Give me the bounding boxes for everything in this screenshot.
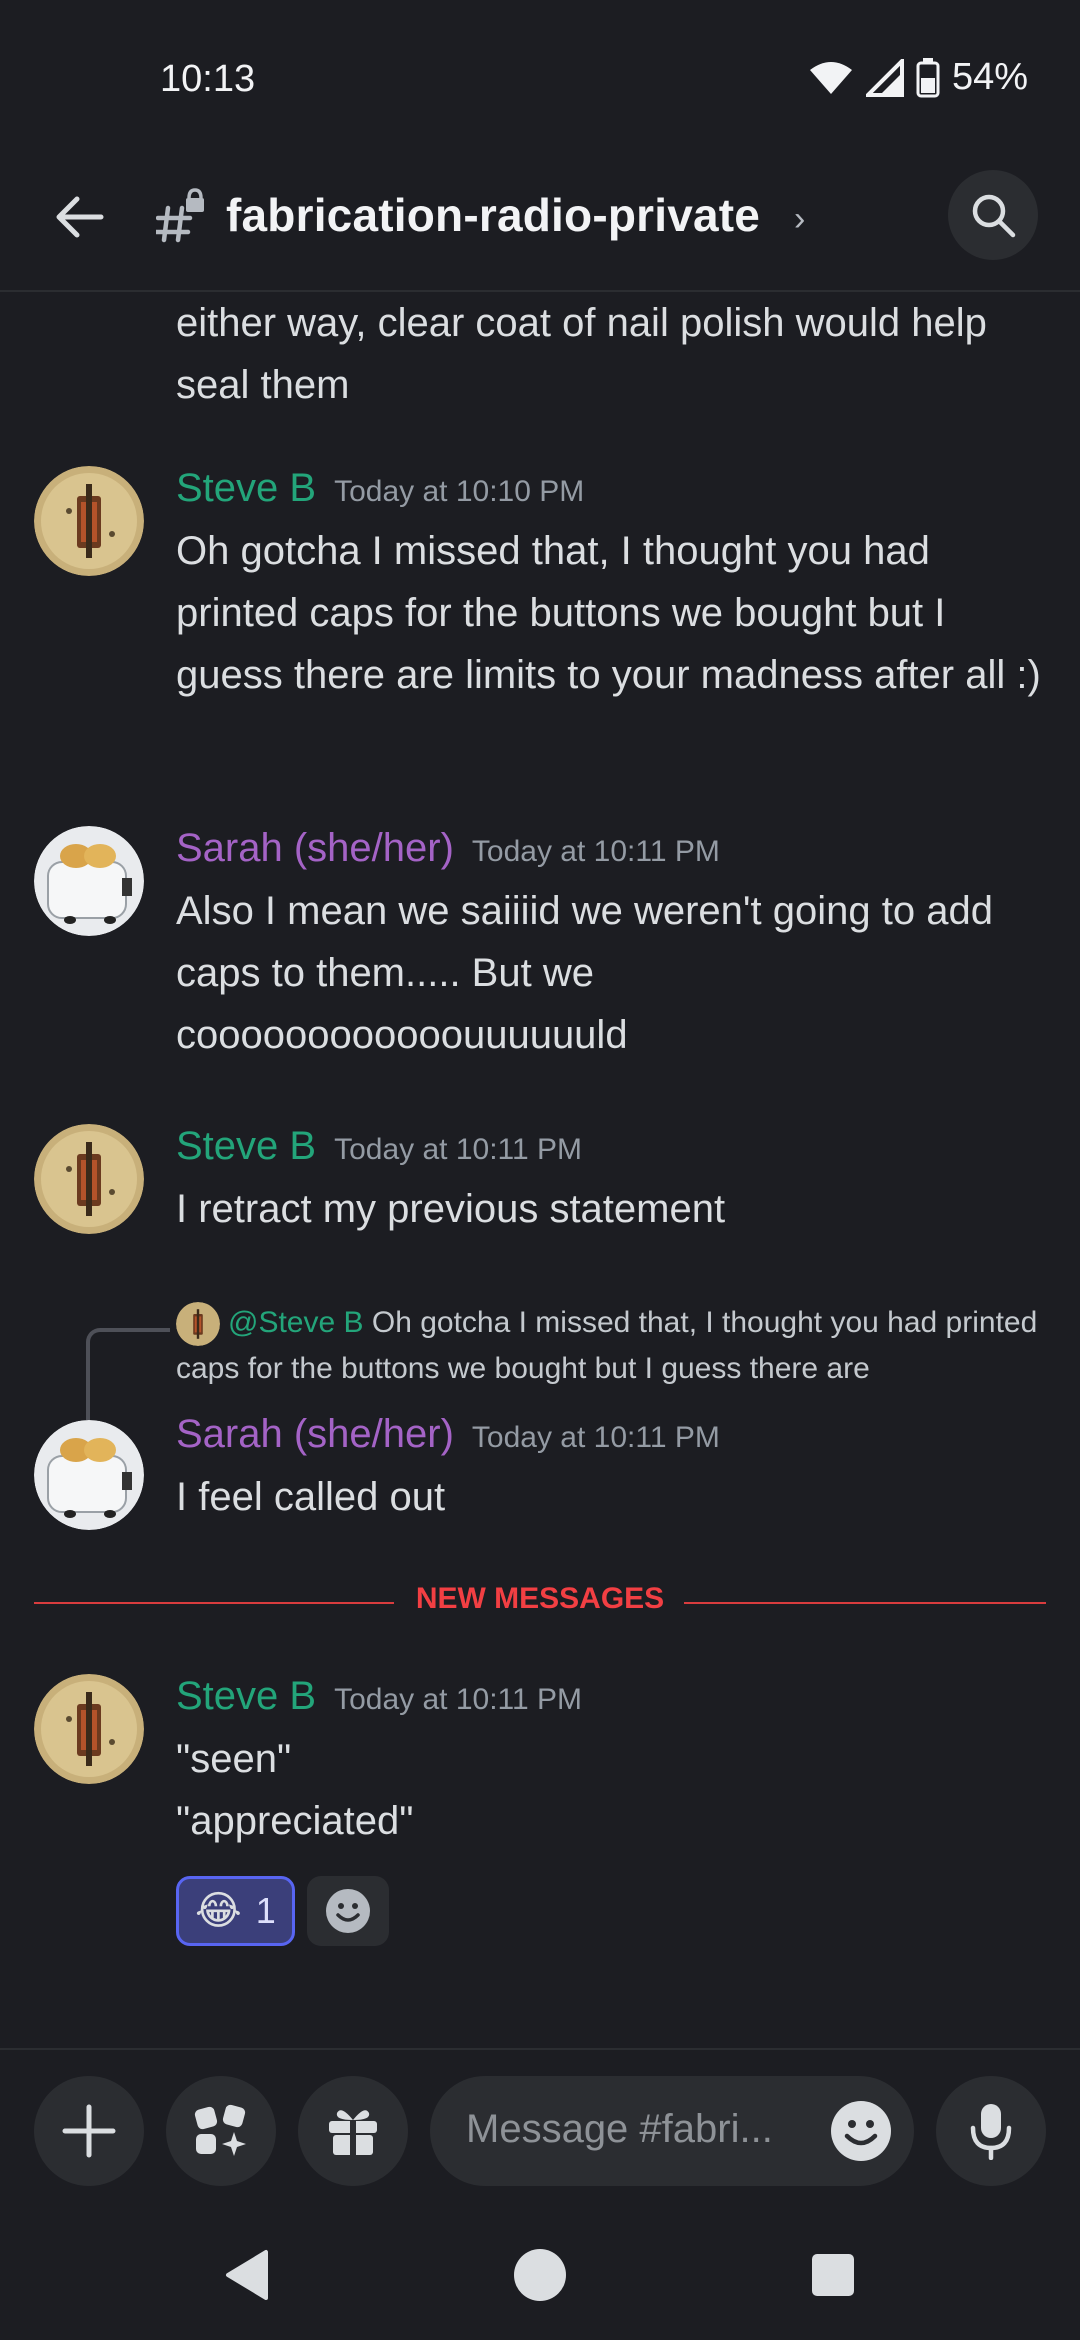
reactions-row: 😂 1 bbox=[176, 1876, 389, 1946]
plus-icon bbox=[62, 2104, 116, 2158]
author-name[interactable]: Steve B bbox=[176, 466, 316, 510]
reaction-laughing[interactable]: 😂 1 bbox=[176, 1876, 295, 1946]
arrow-left-icon bbox=[56, 196, 104, 238]
gift-button[interactable] bbox=[298, 2076, 408, 2186]
apps-button[interactable] bbox=[166, 2076, 276, 2186]
message-input-placeholder: Message #fabri... bbox=[466, 2107, 773, 2151]
status-icons: 54% bbox=[808, 56, 1028, 99]
apps-icon bbox=[194, 2104, 246, 2156]
locked-hash-icon bbox=[156, 188, 204, 243]
emoji-picker-icon[interactable] bbox=[830, 2100, 892, 2162]
circle-home-icon bbox=[514, 2249, 566, 2301]
triangle-back-icon bbox=[226, 2250, 268, 2300]
square-recents-icon bbox=[812, 2254, 854, 2296]
laughing-emoji-icon: 😂 bbox=[195, 1889, 242, 1933]
message-header: Sarah (she/her) Today at 10:11 PM bbox=[176, 1412, 720, 1457]
message-text-line: "appreciated" bbox=[176, 1799, 414, 1843]
chevron-right-icon[interactable]: › bbox=[794, 200, 805, 239]
message-input[interactable]: Message #fabri... bbox=[430, 2076, 914, 2186]
status-bar: 10:13 54% bbox=[0, 0, 1080, 160]
nav-back-button[interactable] bbox=[212, 2240, 282, 2310]
avatar[interactable] bbox=[34, 1674, 144, 1784]
wifi-icon bbox=[809, 61, 852, 94]
add-attachment-button[interactable] bbox=[34, 2076, 144, 2186]
avatar[interactable] bbox=[34, 826, 144, 936]
system-nav-bar bbox=[0, 2208, 1080, 2340]
author-name[interactable]: Sarah (she/her) bbox=[176, 1412, 454, 1456]
message-composer: Message #fabri... bbox=[0, 2048, 1080, 2210]
message-header: Steve B Today at 10:11 PM bbox=[176, 1124, 582, 1169]
author-name[interactable]: Steve B bbox=[176, 1124, 316, 1168]
message-text: I retract my previous statement bbox=[176, 1187, 726, 1231]
cellular-icon bbox=[865, 58, 904, 97]
microphone-icon bbox=[970, 2104, 1012, 2160]
nav-home-button[interactable] bbox=[505, 2240, 575, 2310]
search-icon bbox=[972, 194, 1016, 238]
message-list[interactable]: either way, clear coat of nail polish wo… bbox=[0, 292, 1080, 2048]
back-button[interactable] bbox=[44, 182, 114, 252]
gift-icon bbox=[329, 2110, 377, 2155]
reply-connector bbox=[86, 1328, 170, 1420]
message-text: Also I mean we saiiiid we weren't going … bbox=[176, 889, 993, 1057]
message-text-line: "seen" bbox=[176, 1737, 292, 1781]
timestamp: Today at 10:11 PM bbox=[334, 1683, 583, 1716]
channel-header: fabrication-radio-private › bbox=[0, 160, 1080, 292]
timestamp: Today at 10:10 PM bbox=[334, 475, 585, 508]
timestamp: Today at 10:11 PM bbox=[334, 1133, 583, 1166]
message-header: Sarah (she/her) Today at 10:11 PM bbox=[176, 826, 720, 871]
voice-message-button[interactable] bbox=[936, 2076, 1046, 2186]
reply-author[interactable]: @Steve B bbox=[228, 1306, 364, 1339]
avatar[interactable] bbox=[34, 1124, 144, 1234]
avatar[interactable] bbox=[34, 466, 144, 576]
new-messages-divider: NEW MESSAGES bbox=[34, 1582, 1046, 1622]
smiley-icon bbox=[325, 1889, 370, 1933]
reply-avatar bbox=[176, 1302, 220, 1347]
timestamp: Today at 10:11 PM bbox=[471, 835, 720, 868]
reply-preview[interactable]: @Steve B Oh gotcha I missed that, I thou… bbox=[176, 1300, 1056, 1391]
new-messages-label: NEW MESSAGES bbox=[395, 1582, 685, 1615]
message-header: Steve B Today at 10:10 PM bbox=[176, 466, 584, 511]
search-button[interactable] bbox=[948, 170, 1038, 260]
message-continuation: either way, clear coat of nail polish wo… bbox=[176, 301, 987, 407]
reaction-count: 1 bbox=[255, 1890, 276, 1931]
timestamp: Today at 10:11 PM bbox=[471, 1421, 720, 1454]
message-header: Steve B Today at 10:11 PM bbox=[176, 1674, 582, 1719]
nav-recents-button[interactable] bbox=[798, 2240, 868, 2310]
author-name[interactable]: Steve B bbox=[176, 1674, 316, 1718]
channel-name[interactable]: fabrication-radio-private bbox=[226, 188, 760, 242]
avatar[interactable] bbox=[34, 1420, 144, 1530]
message-text: Oh gotcha I missed that, I thought you h… bbox=[176, 529, 1041, 697]
author-name[interactable]: Sarah (she/her) bbox=[176, 826, 454, 870]
battery-icon bbox=[916, 57, 940, 97]
status-time: 10:13 bbox=[160, 58, 256, 100]
message-text: I feel called out bbox=[176, 1475, 446, 1519]
add-reaction-button[interactable] bbox=[306, 1876, 389, 1946]
battery-percent: 54% bbox=[951, 56, 1028, 98]
